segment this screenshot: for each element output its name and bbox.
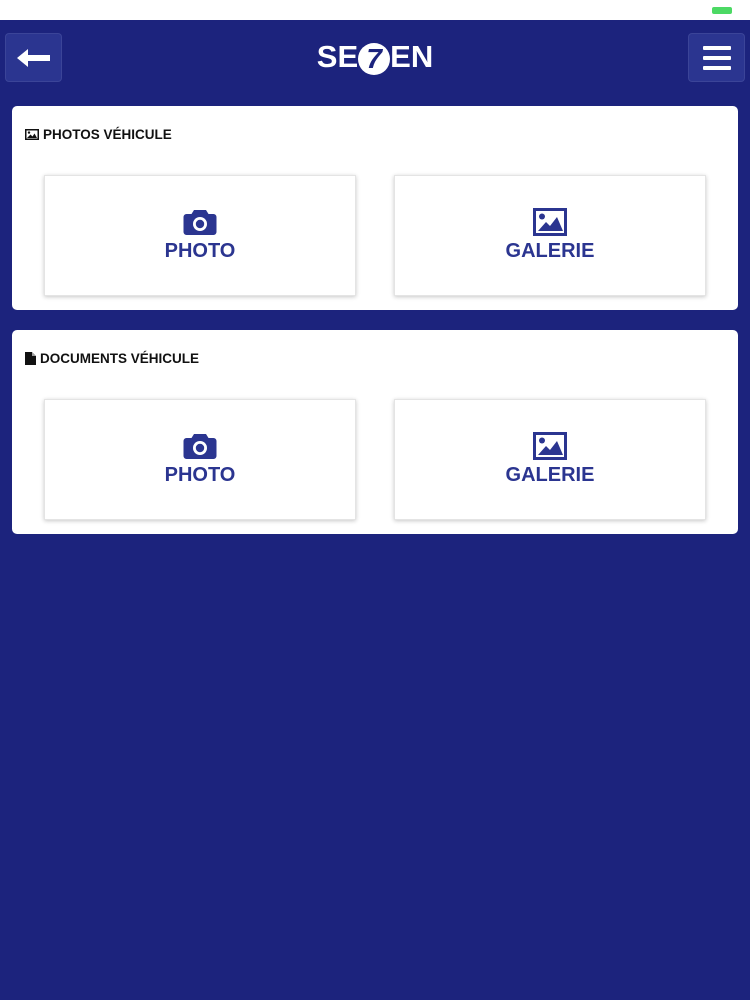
app-header: SE 7 EN xyxy=(0,20,750,100)
tile-label: PHOTO xyxy=(164,240,236,262)
image-icon xyxy=(25,129,39,140)
status-bar xyxy=(0,0,750,20)
document-icon xyxy=(25,352,36,365)
hamburger-menu-icon xyxy=(702,45,731,70)
app-logo: SE 7 EN xyxy=(0,37,750,77)
open-document-gallery-button[interactable]: GALERIE xyxy=(394,399,706,520)
take-document-photo-button[interactable]: PHOTO xyxy=(44,399,356,520)
battery-icon xyxy=(712,7,732,14)
camera-icon xyxy=(183,210,217,235)
section-title: PHOTOS VÉHICULE xyxy=(25,127,172,142)
section-title-text: DOCUMENTS VÉHICULE xyxy=(40,351,200,366)
logo-text-left: SE xyxy=(316,39,359,74)
section-title-text: PHOTOS VÉHICULE xyxy=(43,127,172,142)
open-gallery-button[interactable]: GALERIE xyxy=(394,175,706,296)
logo-text-right: EN xyxy=(390,39,434,74)
tile-label: GALERIE xyxy=(505,464,595,486)
camera-icon xyxy=(183,434,217,459)
take-photo-button[interactable]: PHOTO xyxy=(44,175,356,296)
tile-label: PHOTO xyxy=(164,464,236,486)
tile-label: GALERIE xyxy=(505,240,595,262)
documents-vehicle-card: DOCUMENTS VÉHICULE PHOTO GALERIE xyxy=(12,330,738,534)
menu-button[interactable] xyxy=(688,33,745,82)
logo-mark: 7 xyxy=(358,43,391,75)
section-title: DOCUMENTS VÉHICULE xyxy=(25,351,199,366)
photos-vehicle-card: PHOTOS VÉHICULE PHOTO GALERIE xyxy=(12,106,738,310)
logo-mark-digit: 7 xyxy=(366,43,382,74)
gallery-icon xyxy=(533,208,567,236)
gallery-icon xyxy=(533,432,567,460)
